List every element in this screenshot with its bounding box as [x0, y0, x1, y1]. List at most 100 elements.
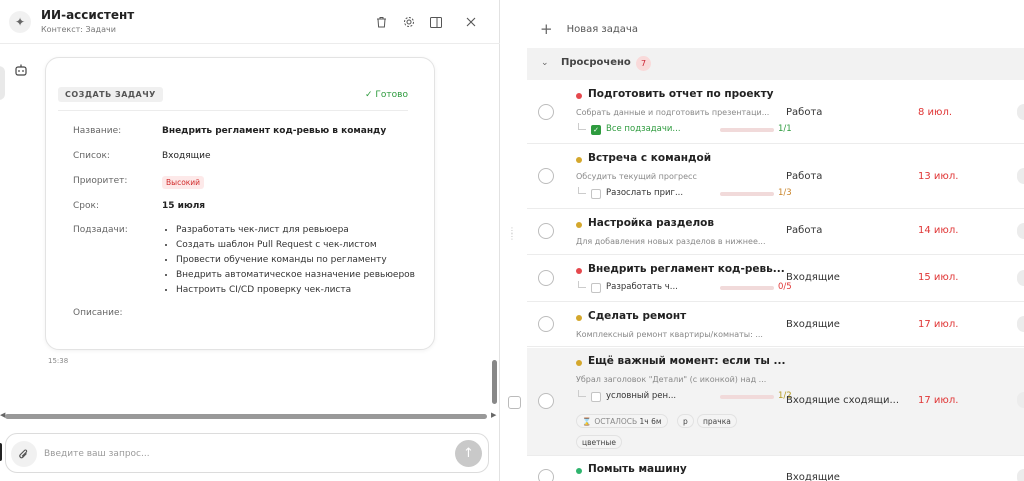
- create-task-badge[interactable]: СОЗДАТЬ ЗАДАЧУ: [58, 87, 163, 102]
- group-overdue-header[interactable]: ⌄ Просрочено 7: [527, 48, 1024, 80]
- task-title: Настройка разделов: [588, 217, 714, 229]
- task-row[interactable]: Внедрить регламент код-ревь... Разработа…: [527, 256, 1024, 302]
- task-checkbox[interactable]: [538, 168, 554, 184]
- task-list-name: Входящие: [786, 272, 840, 283]
- tag-chip[interactable]: цветные: [576, 435, 622, 449]
- row-action-handle[interactable]: [1017, 392, 1024, 408]
- subtask-checkbox[interactable]: [591, 283, 601, 293]
- subtask-checkbox[interactable]: [591, 392, 601, 402]
- subtask-bar: [720, 395, 774, 399]
- group-count-badge: 7: [636, 56, 651, 71]
- assistant-panel: ✦ ИИ-ассистент Контекст: Задачи СОЗДАТЬ …: [0, 0, 500, 481]
- task-title: Внедрить регламент код-ревь...: [588, 263, 785, 275]
- subtask-item: Настроить CI/CD проверку чек-листа: [176, 283, 422, 298]
- task-due-date: 13 июл.: [918, 171, 959, 182]
- field-subtasks-label: Подзадачи:: [73, 225, 128, 235]
- task-row[interactable]: Встреча с командой Обсудить текущий прог…: [527, 145, 1024, 209]
- new-task-label: Новая задача: [566, 23, 638, 35]
- tag-chip[interactable]: р: [677, 414, 694, 428]
- subtask-bar: [720, 286, 774, 290]
- trash-icon[interactable]: [368, 14, 395, 30]
- chat-vertical-scrollbar[interactable]: [492, 360, 497, 404]
- scroll-right-icon[interactable]: ▶: [491, 411, 496, 419]
- assistant-header: ✦ ИИ-ассистент Контекст: Задачи: [0, 0, 500, 44]
- group-title: Просрочено: [561, 57, 631, 68]
- task-row[interactable]: Помыть машину Входящие: [527, 457, 1024, 481]
- task-checkbox[interactable]: [538, 104, 554, 120]
- row-action-handle[interactable]: [1017, 270, 1024, 286]
- ready-status: ✓ Готово: [365, 90, 408, 100]
- priority-dot: [576, 268, 582, 274]
- task-due-date: 8 июл.: [918, 107, 953, 118]
- tree-corner: [578, 187, 586, 194]
- subtask-checkbox[interactable]: [591, 189, 601, 199]
- task-row[interactable]: Настройка разделов Для добавления новых …: [527, 210, 1024, 255]
- task-title: Сделать ремонт: [588, 310, 687, 322]
- task-row[interactable]: Ещё важный момент: если ты ... Убрал заг…: [527, 348, 1024, 456]
- send-button[interactable]: ↑: [455, 440, 482, 467]
- priority-dot: [576, 360, 582, 366]
- task-checkbox[interactable]: [538, 469, 554, 481]
- assistant-toolbar: [368, 14, 484, 30]
- subtask-item: Провести обучение команды по регламенту: [176, 253, 422, 268]
- task-due-date: 15 июл.: [918, 272, 959, 283]
- row-action-handle[interactable]: [1017, 104, 1024, 120]
- task-list-name: Входящие: [786, 319, 840, 330]
- new-task-button[interactable]: + Новая задача: [540, 20, 638, 38]
- task-row[interactable]: Подготовить отчет по проекту Собрать дан…: [527, 81, 1024, 144]
- priority-dot: [576, 468, 582, 474]
- sidebar-toggle-icon[interactable]: [422, 14, 449, 30]
- subtask-count: 0/5: [778, 282, 792, 292]
- row-select-checkbox[interactable]: [508, 396, 521, 409]
- gear-icon[interactable]: [395, 14, 422, 30]
- subtask-count: 1/3: [778, 188, 792, 198]
- task-title: Встреча с командой: [588, 152, 712, 164]
- chevron-down-icon[interactable]: ⌄: [541, 58, 549, 68]
- task-checkbox[interactable]: [538, 223, 554, 239]
- task-list-name: Работа: [786, 225, 823, 236]
- task-checkbox[interactable]: [538, 270, 554, 286]
- task-row[interactable]: Сделать ремонт Комплексный ремонт кварти…: [527, 303, 1024, 347]
- subtask-title: Разработать ч...: [606, 282, 678, 292]
- priority-dot: [576, 157, 582, 163]
- task-checkbox[interactable]: [538, 316, 554, 332]
- subtask-title: Все подзадачи...: [606, 124, 681, 134]
- subtask-title: условный рен...: [606, 391, 677, 401]
- chat-horizontal-scrollbar[interactable]: [5, 414, 487, 419]
- priority-badge: Высокий: [162, 176, 205, 189]
- field-description-label: Описание:: [73, 308, 123, 318]
- field-priority-label: Приоритет:: [73, 176, 128, 186]
- subtask-item: Создать шаблон Pull Request с чек-листом: [176, 238, 422, 253]
- remaining-label: ОСТАЛОСЬ: [594, 417, 638, 426]
- card-divider: [58, 110, 408, 111]
- tree-corner: [578, 281, 586, 288]
- row-action-handle[interactable]: [1017, 168, 1024, 184]
- focus-indicator: [0, 443, 2, 461]
- subtask-item: Внедрить автоматическое назначение ревью…: [176, 268, 422, 283]
- task-description: Убрал заголовок "Детали" (с иконкой) над…: [576, 375, 767, 384]
- task-description: Обсудить текущий прогресс: [576, 172, 697, 181]
- task-preview-card: СОЗДАТЬ ЗАДАЧУ ✓ Готово Название: Внедри…: [45, 57, 435, 350]
- row-action-handle[interactable]: [1017, 316, 1024, 332]
- task-due-date: 14 июл.: [918, 225, 959, 236]
- panel-resize-handle[interactable]: ⋮ ⋮: [508, 227, 516, 241]
- query-input[interactable]: [44, 445, 444, 463]
- row-action-handle[interactable]: [1017, 469, 1024, 481]
- subtask-checkbox[interactable]: ✓: [591, 125, 601, 135]
- field-priority-value: Высокий: [162, 176, 205, 189]
- field-list-label: Список:: [73, 151, 110, 161]
- assistant-title: ИИ-ассистент: [41, 8, 135, 22]
- tag-chip[interactable]: прачка: [697, 414, 737, 428]
- query-box: ↑: [5, 433, 489, 473]
- sparkles-icon: ✦: [9, 11, 31, 33]
- close-icon[interactable]: [457, 14, 484, 30]
- hourglass-icon: ⌛: [582, 417, 592, 426]
- subtask-list: Разработать чек-лист для ревьюера Создат…: [162, 223, 422, 298]
- plus-icon: +: [540, 20, 553, 38]
- paperclip-icon[interactable]: [11, 441, 37, 467]
- task-checkbox[interactable]: [538, 393, 554, 409]
- row-action-handle[interactable]: [1017, 223, 1024, 239]
- task-title: Подготовить отчет по проекту: [588, 88, 774, 100]
- field-due-value: 15 июля: [162, 201, 206, 211]
- edge-handle[interactable]: [0, 66, 5, 100]
